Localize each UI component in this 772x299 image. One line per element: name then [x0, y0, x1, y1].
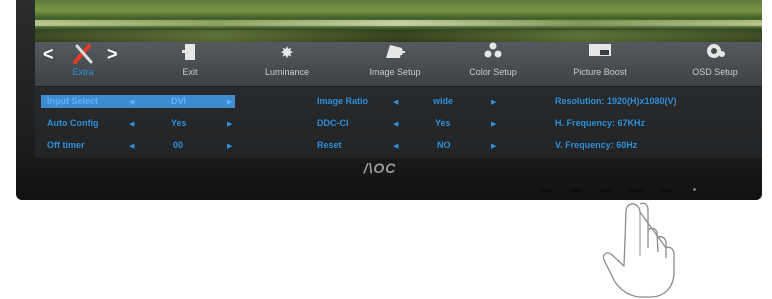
tools-icon — [53, 42, 113, 66]
info-resolution: Resolution: 1920(H)x1080(V) — [555, 96, 677, 106]
setting-value-image-ratio: wide — [433, 96, 454, 106]
menu-item-picture-boost[interactable]: Picture Boost — [560, 42, 640, 86]
prev-menu-arrow[interactable]: < — [43, 44, 54, 65]
setting-label-off-timer[interactable]: Off timer — [47, 140, 85, 150]
aoc-logo: /\OC — [363, 160, 397, 176]
menu-item-color-setup[interactable]: Color Setup — [460, 42, 526, 86]
setting-value-ddc-ci: Yes — [435, 118, 451, 128]
osd-setup-icon — [685, 42, 745, 66]
osd-menu: < > Extra Exit ✸ Luminance Image Setup C… — [35, 42, 762, 158]
setting-label-auto-config[interactable]: Auto Config — [47, 118, 98, 128]
monitor-button[interactable] — [630, 189, 642, 192]
decrease-arrow[interactable]: ◀ — [393, 120, 398, 128]
menu-label-exit: Exit — [182, 67, 198, 77]
wallpaper-landscape — [35, 0, 762, 42]
increase-arrow[interactable]: ▶ — [491, 98, 496, 106]
monitor-buttons — [540, 189, 690, 192]
increase-arrow[interactable]: ▶ — [227, 142, 232, 150]
monitor-button[interactable] — [540, 189, 552, 192]
color-dots-icon — [460, 42, 526, 66]
increase-arrow[interactable]: ▶ — [227, 98, 232, 106]
osd-menu-bar: < > Extra Exit ✸ Luminance Image Setup C… — [35, 42, 762, 87]
setting-label-ddc-ci[interactable]: DDC-CI — [317, 118, 349, 128]
menu-item-luminance[interactable]: ✸ Luminance — [257, 42, 317, 86]
info-h-frequency: H. Frequency: 67KHz — [555, 118, 646, 128]
monitor-button[interactable] — [570, 189, 582, 192]
setting-value-reset: NO — [437, 140, 451, 150]
increase-arrow[interactable]: ▶ — [491, 142, 496, 150]
exit-door-icon — [170, 42, 210, 66]
menu-label-image-setup: Image Setup — [369, 67, 421, 77]
menu-item-extra[interactable]: Extra — [53, 42, 113, 86]
picture-boost-icon — [560, 42, 640, 66]
setting-value-input-select: DVI — [171, 96, 187, 106]
setting-label-input-select[interactable]: Input Select — [47, 96, 98, 106]
menu-label-color-setup: Color Setup — [469, 67, 517, 77]
setting-value-auto-config: Yes — [171, 118, 187, 128]
setting-label-image-ratio[interactable]: Image Ratio — [317, 96, 368, 106]
setting-label-reset[interactable]: Reset — [317, 140, 342, 150]
decrease-arrow[interactable]: ◀ — [393, 98, 398, 106]
info-v-frequency: V. Frequency: 60Hz — [555, 140, 638, 150]
decrease-arrow[interactable]: ◀ — [129, 142, 134, 150]
sun-icon: ✸ — [280, 45, 294, 62]
menu-item-image-setup[interactable]: Image Setup — [360, 42, 430, 86]
setting-value-off-timer: 00 — [173, 140, 184, 150]
increase-arrow[interactable]: ▶ — [227, 120, 232, 128]
monitor-button[interactable] — [660, 189, 672, 192]
image-setup-icon — [360, 42, 430, 66]
decrease-arrow[interactable]: ◀ — [129, 120, 134, 128]
menu-label-luminance: Luminance — [264, 67, 310, 77]
power-led-icon — [693, 188, 696, 191]
menu-item-osd-setup[interactable]: OSD Setup — [685, 42, 745, 86]
menu-item-exit[interactable]: Exit — [170, 42, 210, 86]
increase-arrow[interactable]: ▶ — [491, 120, 496, 128]
decrease-arrow[interactable]: ◀ — [393, 142, 398, 150]
decrease-arrow[interactable]: ◀ — [129, 98, 134, 106]
menu-label-osd-setup: OSD Setup — [692, 67, 738, 77]
pointing-hand-icon — [602, 202, 675, 298]
menu-label-picture-boost: Picture Boost — [573, 67, 627, 77]
menu-label-extra: Extra — [72, 67, 94, 77]
monitor-button[interactable] — [600, 189, 612, 192]
